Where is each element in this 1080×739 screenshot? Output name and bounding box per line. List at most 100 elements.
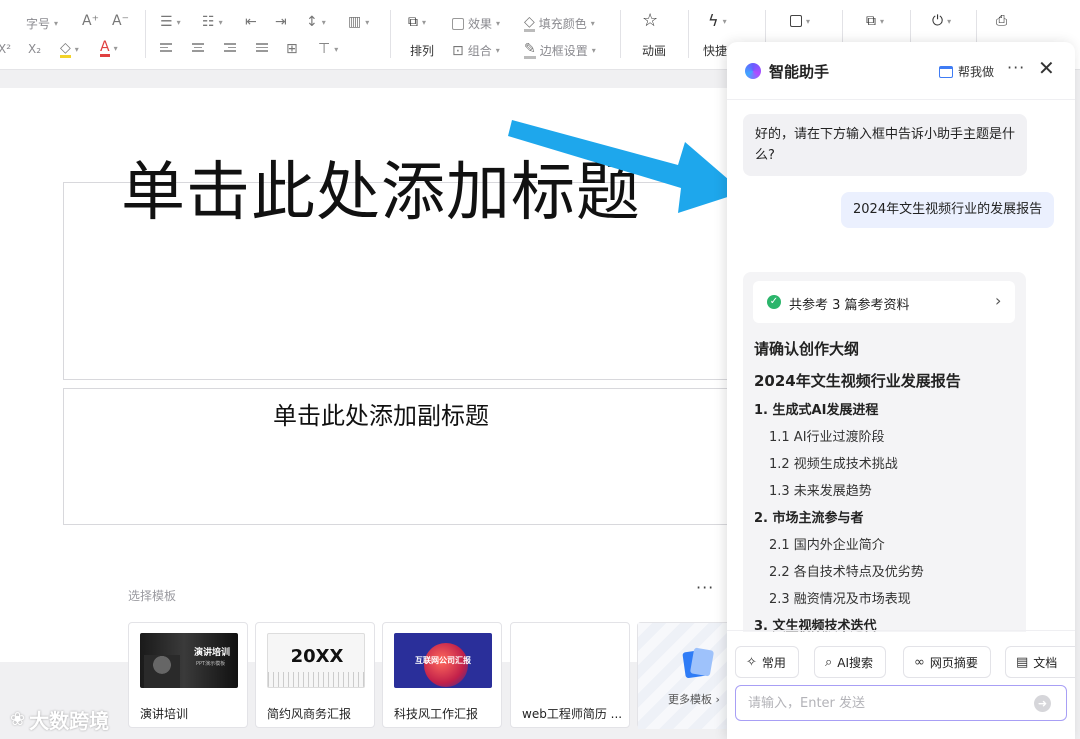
effect-icon (452, 17, 464, 30)
quick-action-common[interactable]: ✧ 常用 (735, 646, 799, 678)
copy-dropdown[interactable]: ⧉ ▾ (866, 14, 884, 28)
increase-indent-button[interactable]: ⇥ (275, 15, 287, 29)
columns-button[interactable]: ▥ ▾ (348, 15, 369, 29)
decrease-indent-button[interactable]: ⇤ (245, 15, 257, 29)
template-card[interactable]: 20XX 简约风商务汇报 (255, 622, 375, 728)
copy-icon: ⧉ (866, 13, 876, 29)
outline-heading: 请确认创作大纲 (754, 340, 860, 358)
outline-section: 1. 生成式AI发展进程 (754, 403, 879, 418)
quick-action-dropdown[interactable]: ϟ ▾ (708, 11, 727, 30)
assistant-message: 好的，请在下方输入框中告诉小助手主题是什么? (743, 114, 1027, 176)
references-row[interactable]: ✓ 共参考 3 篇参考资料 › (753, 281, 1015, 323)
template-thumb-sub: PPT演示模板 (196, 661, 226, 667)
justify-button[interactable] (256, 43, 268, 52)
columns-icon: ▥ (348, 14, 362, 30)
more-options-icon[interactable]: ··· (1007, 58, 1025, 77)
vertical-align-button[interactable]: ⊤ ▾ (318, 42, 338, 56)
quick-action-web-summary[interactable]: ∞ 网页摘要 (903, 646, 991, 678)
assistant-panel: 智能助手 帮我做 ··· ✕ 好的，请在下方输入框中告诉小助手主题是什么? 20… (727, 42, 1075, 739)
outline-subsection: 2.1 国内外企业简介 (769, 538, 885, 553)
subtitle-placeholder-text[interactable]: 单击此处添加副标题 (0, 396, 762, 431)
chat-input[interactable] (748, 694, 1028, 712)
numbered-list-button[interactable]: ☷ ▾ (202, 15, 223, 29)
template-more-menu[interactable]: ··· (696, 578, 714, 597)
group-dropdown[interactable]: ⊡ 组合 ▾ (452, 42, 500, 59)
border-pen-icon: ✎ (524, 41, 536, 59)
template-thumbnail (522, 633, 620, 688)
quick-action-ai-search[interactable]: ⌕ AI搜索 (814, 646, 887, 678)
vertical-align-icon: ⊤ (318, 41, 331, 57)
bullet-list-icon: ☰ (160, 14, 173, 30)
more-templates-card[interactable]: 更多模板 › (637, 622, 733, 729)
send-icon[interactable]: ➜ (1034, 695, 1051, 712)
plug-icon: ⏻ (932, 13, 944, 29)
outline-subsection: 2.2 各自技术特点及优劣势 (769, 565, 924, 580)
line-spacing-button[interactable]: ↕ ▾ (306, 15, 326, 29)
animation-button[interactable]: ☆ (642, 10, 659, 31)
border-settings-dropdown[interactable]: ✎ 边框设置 ▾ (524, 42, 596, 59)
quick-action-document[interactable]: ▤ 文档 (1005, 646, 1075, 678)
effect-dropdown[interactable]: 效果 ▾ (452, 15, 500, 32)
highlighter-icon: ◇ (60, 40, 71, 58)
increase-font-button[interactable]: A⁺ (82, 14, 99, 28)
line-spacing-icon: ↕ (306, 14, 318, 30)
plugin-dropdown[interactable]: ⏻ ▾ (932, 14, 951, 28)
template-card[interactable]: 演讲培训 PPT演示模板 演讲培训 (128, 622, 248, 728)
fill-color-dropdown[interactable]: ◇ 填充颜色 ▾ (524, 15, 595, 32)
document-icon: ▤ (1016, 654, 1029, 670)
chat-input-box[interactable]: ➜ (735, 685, 1067, 721)
animation-label: 动画 (642, 44, 667, 58)
font-color-button[interactable]: A ▾ (100, 40, 118, 57)
distribute-icon: ⊞ (286, 41, 298, 57)
template-thumbnail: 演讲培训 PPT演示模板 (140, 633, 238, 688)
superscript-button[interactable]: X² (0, 42, 11, 56)
assistant-header: 智能助手 帮我做 ··· ✕ (727, 42, 1075, 100)
template-card[interactable]: web工程师简历 ... (510, 622, 630, 728)
outdent-icon: ⇤ (245, 14, 257, 30)
assistant-title: 智能助手 (769, 63, 830, 81)
decrease-font-button[interactable]: A⁻ (112, 14, 129, 28)
references-text: 共参考 3 篇参考资料 (789, 298, 910, 313)
user-message: 2024年文生视频行业的发展报告 (841, 192, 1055, 228)
check-circle-icon: ✓ (767, 295, 781, 309)
star-icon: ☆ (642, 10, 659, 31)
watermark: ❀ 大数跨境 (10, 709, 110, 733)
align-left-button[interactable] (160, 43, 172, 52)
arrange-dropdown[interactable]: ⧉ ▾ (408, 15, 426, 29)
template-thumbnail: 20XX (267, 633, 365, 688)
arrange-icon: ⧉ (408, 14, 418, 30)
template-thumbnail: 互联网公司汇报 (394, 633, 492, 688)
quick-action-label: 快捷 (703, 44, 728, 58)
print-button[interactable]: ⎙ (996, 14, 1007, 28)
toolbar-separator (688, 10, 689, 58)
bullet-list-button[interactable]: ☰ ▾ (160, 15, 181, 29)
outline-subsection: 1.1 AI行业过渡阶段 (769, 430, 885, 445)
arrange-label[interactable]: 排列 (410, 42, 434, 59)
align-center-icon (192, 43, 204, 52)
lightning-icon: ϟ (708, 11, 719, 30)
window-icon (939, 65, 953, 78)
help-me-do-button[interactable]: 帮我做 (939, 63, 994, 80)
highlight-button[interactable]: ◇ ▾ (60, 41, 79, 58)
template-section-label: 选择模板 (128, 589, 177, 603)
align-center-button[interactable] (192, 43, 204, 52)
distribute-button[interactable]: ⊞ (286, 42, 298, 56)
watermark-logo-icon: ❀ (10, 709, 26, 730)
template-name: 演讲培训 (140, 707, 189, 721)
search-icon: ⌕ (825, 654, 833, 670)
increase-font-icon: A⁺ (82, 13, 99, 29)
template-card[interactable]: 互联网公司汇报 科技风工作汇报 (382, 622, 502, 728)
close-icon[interactable]: ✕ (1038, 56, 1055, 80)
assistant-logo-icon (745, 63, 761, 79)
indent-icon: ⇥ (275, 14, 287, 30)
toolbar-separator (145, 10, 146, 58)
align-right-button[interactable] (224, 43, 236, 52)
font-size-dropdown[interactable]: 字号 ▾ (26, 15, 58, 32)
group-icon: ⊡ (452, 42, 464, 59)
decrease-font-icon: A⁻ (112, 13, 129, 29)
more-templates-link[interactable]: 更多模板 › (668, 691, 720, 707)
layout-dropdown[interactable]: ▾ (790, 15, 810, 27)
subscript-button[interactable]: X₂ (28, 42, 41, 56)
annotation-arrow (508, 120, 743, 213)
toolbar-separator (390, 10, 391, 58)
